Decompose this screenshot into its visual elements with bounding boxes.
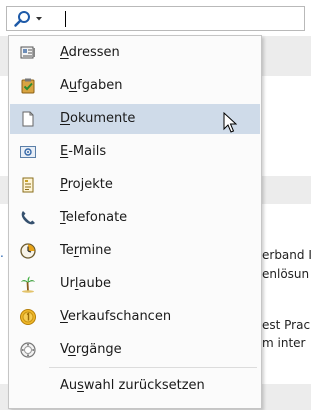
background-text-1: erband I	[262, 248, 312, 262]
vacation-icon	[19, 275, 37, 293]
menu-item-label: Projekte	[60, 177, 113, 192]
menu-item-label: Verkaufschancen	[60, 309, 172, 324]
search-scope-menu: Adressen Aufgaben Dokumente E-Mails Proj…	[8, 35, 262, 409]
background-link[interactable]: .	[0, 246, 4, 260]
menu-item-verkaufschancen[interactable]: Verkaufschancen	[10, 302, 260, 332]
menu-item-label: Telefonate	[60, 210, 128, 225]
background-text-3: est Prac	[262, 318, 311, 332]
menu-item-telefonate[interactable]: Telefonate	[10, 203, 260, 233]
search-bar[interactable]	[6, 6, 305, 31]
background-text-4: m inter	[262, 336, 306, 350]
reset-selection-label: Auswahl zurücksetzen	[60, 378, 205, 393]
process-icon	[19, 341, 37, 359]
search-icon	[13, 10, 33, 28]
text-caret	[65, 11, 66, 27]
menu-item-aufgaben[interactable]: Aufgaben	[10, 71, 260, 101]
mouse-cursor	[223, 112, 237, 133]
menu-item-label: Termine	[60, 243, 112, 258]
sales-opportunity-icon	[19, 308, 37, 326]
menu-item-label: Adressen	[60, 45, 120, 60]
phone-icon	[19, 209, 37, 227]
document-icon	[19, 110, 37, 128]
menu-separator	[49, 367, 257, 368]
menu-item-label: Dokumente	[60, 111, 136, 126]
search-input[interactable]	[67, 9, 301, 30]
email-icon	[19, 143, 37, 161]
menu-item-label: Urlaube	[60, 276, 111, 291]
menu-item-emails[interactable]: E-Mails	[10, 137, 260, 167]
chevron-down-icon	[35, 16, 43, 22]
search-scope-button[interactable]	[7, 7, 59, 30]
menu-item-projekte[interactable]: Projekte	[10, 170, 260, 200]
menu-item-label: Vorgänge	[60, 342, 122, 357]
menu-item-adressen[interactable]: Adressen	[10, 38, 260, 68]
menu-item-termine[interactable]: Termine	[10, 236, 260, 266]
menu-item-vorgaenge[interactable]: Vorgänge	[10, 335, 260, 365]
appointment-icon	[19, 242, 37, 260]
reset-selection-item[interactable]: Auswahl zurücksetzen	[10, 371, 260, 401]
project-icon	[19, 176, 37, 194]
address-book-icon	[19, 44, 37, 62]
task-icon	[19, 77, 37, 95]
background-text-2: enlösun	[262, 267, 310, 281]
menu-item-label: E-Mails	[60, 144, 107, 159]
menu-item-urlaube[interactable]: Urlaube	[10, 269, 260, 299]
menu-item-label: Aufgaben	[60, 78, 123, 93]
